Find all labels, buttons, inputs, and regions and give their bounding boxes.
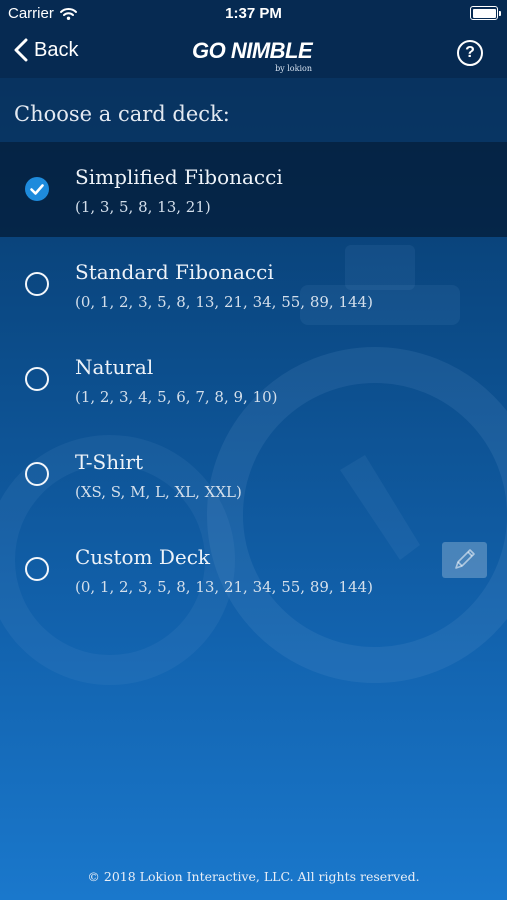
- deck-values: (XS, S, M, L, XL, XXL): [75, 483, 242, 501]
- deck-option-t-shirt[interactable]: T-Shirt (XS, S, M, L, XL, XXL): [0, 427, 507, 522]
- deck-name: Simplified Fibonacci: [75, 165, 283, 189]
- radio-unchecked-icon[interactable]: [25, 367, 49, 391]
- deck-option-standard-fibonacci[interactable]: Standard Fibonacci (0, 1, 2, 3, 5, 8, 13…: [0, 237, 507, 332]
- status-bar: Carrier 1:37 PM: [0, 0, 507, 28]
- section-heading: Choose a card deck:: [0, 78, 507, 142]
- deck-list: Simplified Fibonacci (1, 3, 5, 8, 13, 21…: [0, 142, 507, 617]
- radio-unchecked-icon[interactable]: [25, 462, 49, 486]
- deck-option-natural[interactable]: Natural (1, 2, 3, 4, 5, 6, 7, 8, 9, 10): [0, 332, 507, 427]
- navigation-bar: Back GO NIMBLE by lokion ?: [0, 28, 507, 78]
- deck-name: Natural: [75, 355, 154, 379]
- deck-name: Standard Fibonacci: [75, 260, 274, 284]
- radio-checked-icon[interactable]: [25, 177, 49, 201]
- deck-values: (1, 3, 5, 8, 13, 21): [75, 198, 211, 216]
- deck-values: (1, 2, 3, 4, 5, 6, 7, 8, 9, 10): [75, 388, 278, 406]
- edit-custom-deck-button[interactable]: [442, 542, 487, 578]
- chevron-left-icon: [14, 38, 28, 62]
- logo-byline: by lokion: [275, 64, 312, 73]
- deck-values: (0, 1, 2, 3, 5, 8, 13, 21, 34, 55, 89, 1…: [75, 293, 373, 311]
- clock: 1:37 PM: [225, 5, 282, 22]
- radio-unchecked-icon[interactable]: [25, 272, 49, 296]
- copyright-footer: © 2018 Lokion Interactive, LLC. All righ…: [87, 869, 420, 884]
- app-logo: GO NIMBLE by lokion: [192, 28, 316, 78]
- battery-icon: [470, 6, 501, 20]
- back-button[interactable]: Back: [14, 38, 78, 62]
- deck-option-simplified-fibonacci[interactable]: Simplified Fibonacci (1, 3, 5, 8, 13, 21…: [0, 142, 507, 237]
- radio-unchecked-icon[interactable]: [25, 557, 49, 581]
- deck-values: (0, 1, 2, 3, 5, 8, 13, 21, 34, 55, 89, 1…: [75, 578, 373, 596]
- deck-name: T-Shirt: [75, 450, 144, 474]
- deck-option-custom-deck[interactable]: Custom Deck (0, 1, 2, 3, 5, 8, 13, 21, 3…: [0, 522, 507, 617]
- help-icon: ?: [465, 44, 475, 61]
- logo-wordmark: GO NIMBLE: [192, 38, 313, 63]
- deck-name: Custom Deck: [75, 545, 211, 569]
- back-label: Back: [34, 38, 79, 61]
- pencil-icon: [455, 549, 475, 569]
- help-button[interactable]: ?: [457, 40, 483, 66]
- battery-level: [472, 8, 496, 18]
- page-title: Choose a card deck:: [14, 102, 230, 126]
